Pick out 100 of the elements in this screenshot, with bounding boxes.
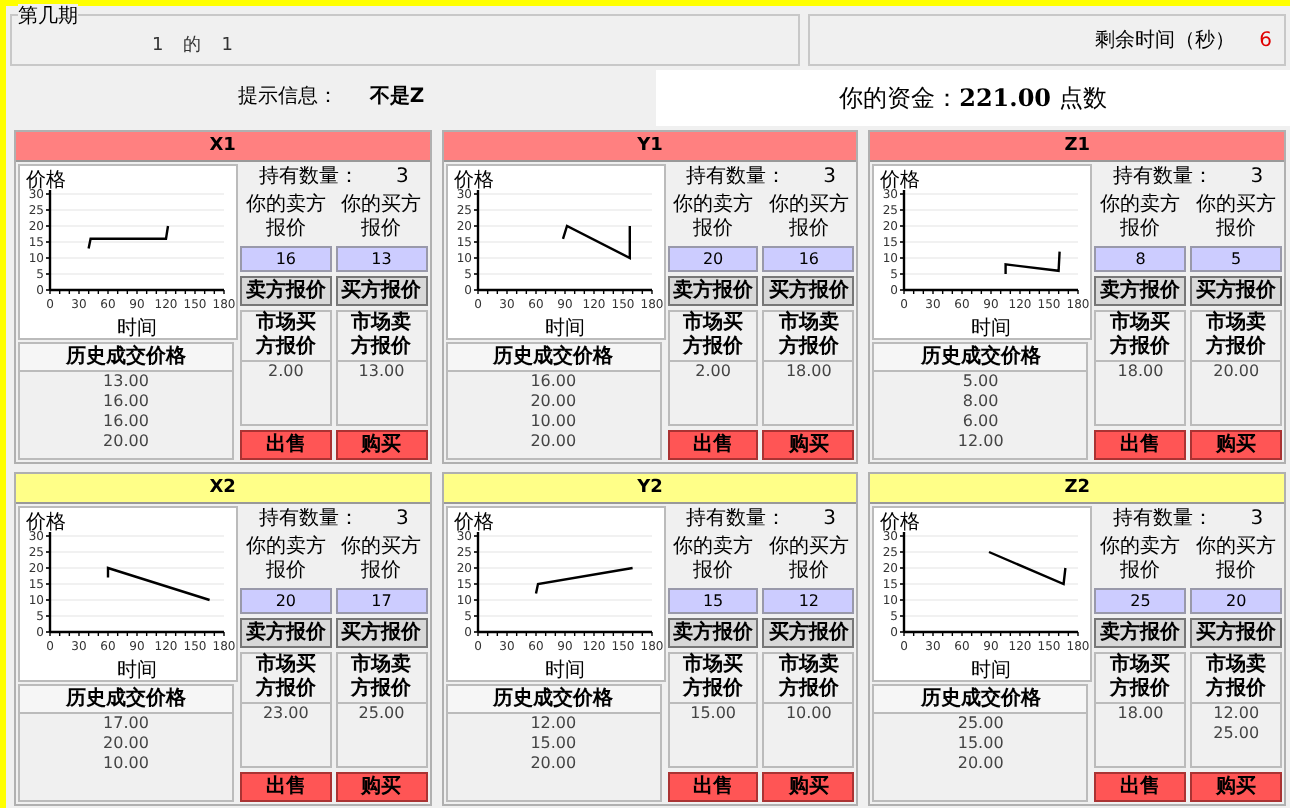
quantity-value: 3 xyxy=(823,164,836,190)
list-header: 市场卖方报价 xyxy=(337,312,426,362)
sell-button[interactable]: 出售 xyxy=(667,772,759,802)
sell-button[interactable]: 出售 xyxy=(1094,772,1187,802)
sell-quote-button[interactable]: 卖方报价 xyxy=(1094,618,1187,648)
history-price: 10.00 xyxy=(530,412,577,432)
buy-quote-button[interactable]: 买方报价 xyxy=(1190,618,1282,648)
price-line xyxy=(989,550,1068,586)
axis-title: 时间 xyxy=(117,318,157,340)
sell-button[interactable]: 出售 xyxy=(1094,430,1187,460)
history-price: 12.00 xyxy=(957,432,1004,452)
ask-price[interactable]: 12.00 xyxy=(1213,704,1260,724)
bid-price[interactable]: 2.00 xyxy=(695,362,731,382)
round-text: 1 xyxy=(221,33,233,59)
panel-title: Z1 xyxy=(870,132,1284,162)
bid-price[interactable]: 23.00 xyxy=(262,704,309,724)
buy-quote-button[interactable]: 买方报价 xyxy=(762,276,855,306)
sell-button[interactable]: 出售 xyxy=(240,772,332,802)
ask-price[interactable]: 25.00 xyxy=(358,704,405,724)
buy-button[interactable]: 购买 xyxy=(1190,430,1282,460)
ask-price[interactable]: 13.00 xyxy=(358,362,405,382)
buy-button[interactable]: 购买 xyxy=(1190,772,1282,802)
ask-price[interactable]: 18.00 xyxy=(785,362,832,382)
quantity-label: 持有数量： xyxy=(258,164,359,190)
price-input[interactable]: 20 xyxy=(1190,588,1282,614)
history-price: 20.00 xyxy=(530,754,577,774)
axis-title: 时间 xyxy=(544,660,585,682)
price-input[interactable]: 13 xyxy=(335,246,428,272)
sell-button[interactable]: 出售 xyxy=(240,430,332,460)
price-input[interactable]: 20 xyxy=(240,588,332,614)
y-axis xyxy=(472,190,479,291)
sell-quote-button[interactable]: 卖方报价 xyxy=(667,276,759,306)
buy-quote-button[interactable]: 买方报价 xyxy=(1190,276,1282,306)
price-input[interactable]: 20 xyxy=(667,246,759,272)
history-price: 8.00 xyxy=(962,392,999,412)
quantity-value: 3 xyxy=(395,506,409,532)
axis-title: 时间 xyxy=(544,318,585,340)
list-header: 市场卖方报价 xyxy=(764,654,853,704)
history-price: 20.00 xyxy=(530,432,577,452)
price-input[interactable]: 17 xyxy=(335,588,428,614)
history-price: 15.00 xyxy=(530,734,577,754)
sell-quote-button[interactable]: 卖方报价 xyxy=(240,618,332,648)
quantity-value: 3 xyxy=(823,506,836,532)
field-label: 你的卖方报价 xyxy=(671,536,756,584)
bid-price[interactable]: 18.00 xyxy=(1117,362,1164,382)
sell-quote-button[interactable]: 卖方报价 xyxy=(240,276,332,306)
field-label: 你的卖方报价 xyxy=(1098,194,1183,242)
price-line xyxy=(561,224,631,260)
axis-title: 时间 xyxy=(971,318,1012,340)
bid-price[interactable]: 18.00 xyxy=(1117,704,1164,724)
ask-price[interactable]: 10.00 xyxy=(785,704,832,724)
quantity-value: 3 xyxy=(395,164,409,190)
y-axis xyxy=(45,190,52,291)
buy-button[interactable]: 购买 xyxy=(335,772,428,802)
y-axis xyxy=(45,532,52,633)
price-input[interactable]: 12 xyxy=(762,588,855,614)
history-price: 5.00 xyxy=(962,372,999,392)
quantity-label: 持有数量： xyxy=(1113,164,1214,190)
price-input[interactable]: 25 xyxy=(1094,588,1187,614)
sell-quote-button[interactable]: 卖方报价 xyxy=(1094,276,1187,306)
buy-button[interactable]: 购买 xyxy=(335,430,428,460)
buy-quote-button[interactable]: 买方报价 xyxy=(335,618,428,648)
bid-price[interactable]: 15.00 xyxy=(690,704,737,724)
list-header: 历史成交价格 xyxy=(20,344,232,372)
price-input[interactable]: 15 xyxy=(667,588,759,614)
sell-quote-button[interactable]: 卖方报价 xyxy=(667,618,759,648)
buy-button[interactable]: 购买 xyxy=(762,772,855,802)
list-header: 市场买方报价 xyxy=(1096,312,1185,362)
price-input[interactable]: 5 xyxy=(1190,246,1282,272)
list-header: 历史成交价格 xyxy=(874,344,1087,372)
panel-title: X2 xyxy=(16,474,430,504)
list-header: 市场买方报价 xyxy=(242,312,330,362)
axis-title: 时间 xyxy=(117,660,157,682)
bid-price[interactable]: 2.00 xyxy=(268,362,304,382)
ask-price[interactable]: 20.00 xyxy=(1213,362,1260,382)
history-price: 6.00 xyxy=(962,412,999,432)
sell-button[interactable]: 出售 xyxy=(667,430,759,460)
list-header: 市场买方报价 xyxy=(669,654,757,704)
buy-quote-button[interactable]: 买方报价 xyxy=(335,276,428,306)
field-label: 你的买方报价 xyxy=(766,536,851,584)
price-line xyxy=(534,566,633,594)
field-label: 你的卖方报价 xyxy=(243,194,328,242)
quantity-value: 3 xyxy=(1250,506,1264,532)
timer-label: 剩余时间（秒） xyxy=(1095,27,1236,54)
buy-quote-button[interactable]: 买方报价 xyxy=(762,618,855,648)
list-header: 历史成交价格 xyxy=(447,344,660,372)
quantity-label: 持有数量： xyxy=(685,164,786,190)
history-price: 16.00 xyxy=(103,412,149,432)
price-input[interactable]: 16 xyxy=(762,246,855,272)
ask-price[interactable]: 25.00 xyxy=(1213,724,1260,744)
history-price: 20.00 xyxy=(103,734,149,754)
buy-button[interactable]: 购买 xyxy=(762,430,855,460)
list-header: 历史成交价格 xyxy=(20,686,232,714)
axis-title: 价格 xyxy=(880,170,921,192)
panel-title: Y1 xyxy=(443,132,857,162)
field-label: 你的买方报价 xyxy=(339,194,424,242)
price-input[interactable]: 16 xyxy=(240,246,332,272)
timer-value: 6 xyxy=(1259,29,1272,51)
price-input[interactable]: 8 xyxy=(1094,246,1187,272)
list-header: 市场卖方报价 xyxy=(337,654,426,704)
